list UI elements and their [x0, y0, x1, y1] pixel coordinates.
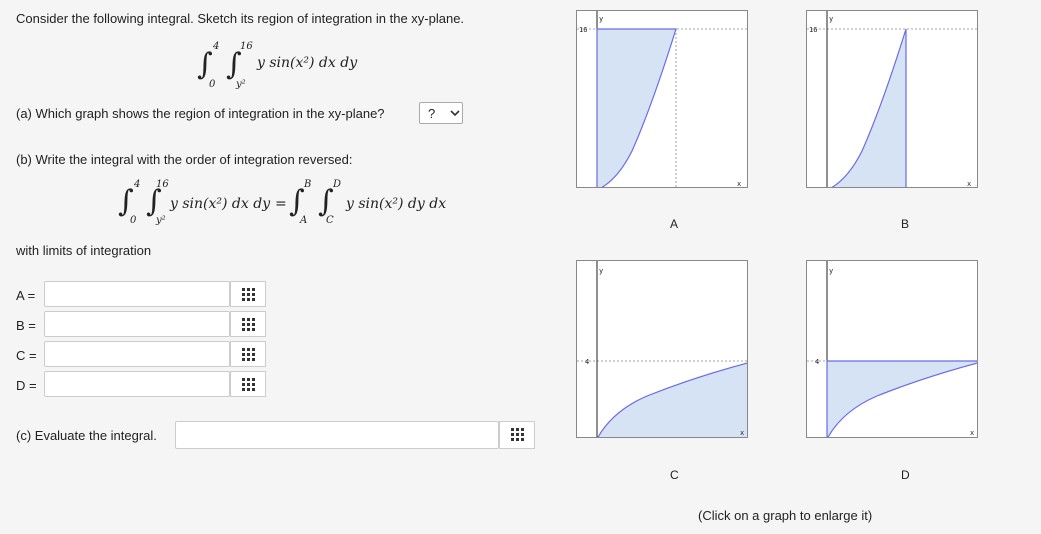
integral-value-keypad-button[interactable] [499, 421, 535, 449]
region-c [595, 360, 756, 440]
integrand: y sin(x²) dx dy [257, 55, 358, 71]
graph-d[interactable]: y 4 16 x [806, 260, 986, 453]
inner-upper-limit: 16 [240, 41, 253, 52]
limit-a-label: A = [16, 288, 36, 303]
region-d [826, 360, 986, 440]
limit-c-label: C = [16, 348, 37, 363]
axis-x-label: x [740, 429, 744, 437]
axis-y-label: y [599, 267, 603, 275]
integral-sign-outer: ∫ [118, 184, 134, 219]
axis-x-label: x [970, 429, 974, 437]
keypad-icon [242, 318, 255, 331]
limit-c-placeholder: C [326, 215, 334, 226]
integral-sign-outer: ∫ [197, 47, 213, 82]
limit-b-placeholder: B [304, 179, 312, 190]
inner-lower-limit: y² [236, 79, 246, 90]
keypad-icon [242, 348, 255, 361]
chevron-down-icon [449, 104, 461, 125]
integrand: y sin(x²) dx dy [170, 196, 271, 212]
problem-intro: Consider the following integral. Sketch … [16, 11, 465, 26]
graph-choice-value: ? [428, 106, 436, 121]
enlarge-hint: (Click on a graph to enlarge it) [698, 508, 873, 523]
limit-d-input[interactable] [44, 371, 230, 397]
integral-sign-inner-reversed: ∫ [318, 184, 334, 219]
graph-a[interactable]: y 16 4 x [576, 10, 748, 202]
region-a [596, 28, 677, 191]
graph-a-label: A [670, 217, 679, 231]
limit-a-placeholder: A [300, 215, 308, 226]
integral-value-input[interactable] [175, 421, 499, 449]
keypad-icon [511, 428, 524, 441]
axis-y-label: y [829, 15, 833, 23]
outer-upper-limit: 4 [213, 41, 220, 52]
limit-b-keypad-button[interactable] [230, 311, 266, 337]
axis-y-label: y [829, 267, 833, 275]
limit-d-label: D = [16, 378, 37, 393]
limit-c-input[interactable] [44, 341, 230, 367]
equals-sign: = [275, 196, 287, 212]
inner-upper-limit: 16 [156, 179, 169, 190]
integral-sign-inner: ∫ [146, 184, 162, 219]
axis-x-label: x [737, 180, 741, 187]
integral-sign-inner: ∫ [226, 47, 242, 82]
axis-y-label: y [599, 15, 603, 23]
graph-b[interactable]: y 16 4 x [806, 10, 978, 202]
tick-y-label: 4 [815, 358, 819, 366]
graph-choice-select[interactable]: ? [419, 102, 463, 124]
axis-x-label: x [967, 180, 971, 187]
part-c-question: (c) Evaluate the integral. [16, 428, 157, 443]
region-b [826, 28, 907, 191]
reversed-integrand: y sin(x²) dy dx [346, 196, 447, 212]
tick-y-label: 4 [585, 358, 589, 366]
inner-lower-limit: y² [156, 215, 166, 226]
graph-c[interactable]: y 4 16 x [576, 260, 756, 453]
graph-b-label: B [901, 217, 910, 231]
outer-lower-limit: 0 [130, 215, 137, 226]
limit-d-keypad-button[interactable] [230, 371, 266, 397]
outer-upper-limit: 4 [134, 179, 141, 190]
keypad-icon [242, 288, 255, 301]
keypad-icon [242, 378, 255, 391]
limit-a-input[interactable] [44, 281, 230, 307]
graph-d-label: D [901, 468, 910, 482]
limit-a-keypad-button[interactable] [230, 281, 266, 307]
integral-sign-outer-reversed: ∫ [289, 184, 305, 219]
limit-b-label: B = [16, 318, 36, 333]
tick-y-label: 16 [809, 26, 817, 34]
limit-c-keypad-button[interactable] [230, 341, 266, 367]
outer-lower-limit: 0 [209, 79, 216, 90]
part-a-question: (a) Which graph shows the region of inte… [16, 106, 385, 121]
part-b-question: (b) Write the integral with the order of… [16, 152, 353, 167]
limit-b-input[interactable] [44, 311, 230, 337]
limits-intro: with limits of integration [16, 243, 152, 258]
tick-y-label: 16 [579, 26, 587, 34]
graph-c-label: C [670, 468, 679, 482]
limit-d-placeholder: D [333, 179, 342, 190]
